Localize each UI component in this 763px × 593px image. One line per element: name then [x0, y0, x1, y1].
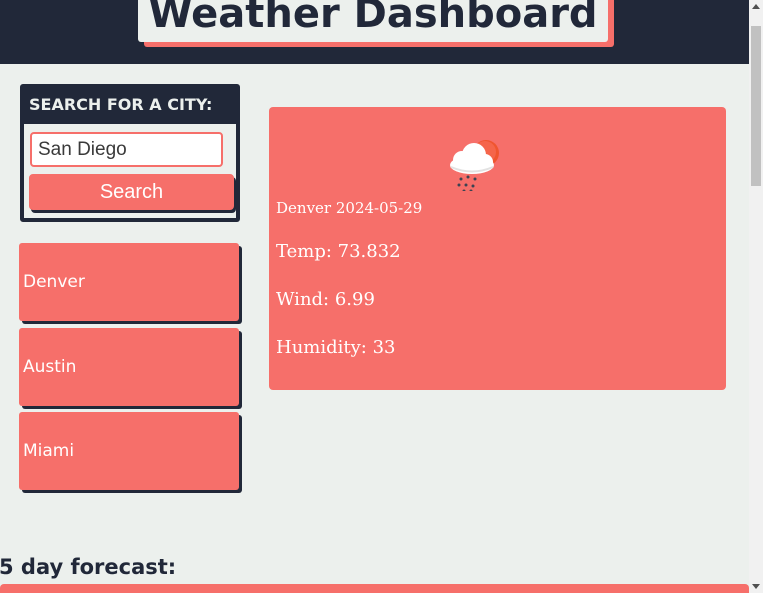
search-input[interactable]	[30, 132, 223, 167]
vertical-scrollbar[interactable]	[749, 0, 763, 593]
scroll-up-arrow-icon[interactable]	[752, 4, 760, 9]
title-box: Weather Dashboard	[138, 0, 608, 42]
current-humidity: Humidity: 33	[276, 337, 396, 358]
search-form: Search	[24, 124, 236, 218]
page-viewport: Weather Dashboard SEARCH FOR A CITY: Sea…	[0, 0, 749, 593]
forecast-heading: 5 day forecast:	[0, 555, 177, 579]
forecast-container	[0, 584, 749, 593]
history-city-button[interactable]: Austin	[19, 328, 239, 406]
search-panel: SEARCH FOR A CITY: Search	[20, 84, 240, 222]
current-weather-card: Denver 2024-05-29 Temp: 73.832 Wind: 6.9…	[269, 107, 726, 390]
scrollbar-thumb[interactable]	[751, 26, 761, 186]
search-heading: SEARCH FOR A CITY:	[29, 95, 213, 114]
current-wind: Wind: 6.99	[276, 289, 375, 310]
header-bar: Weather Dashboard	[0, 0, 749, 64]
current-temp: Temp: 73.832	[276, 241, 401, 262]
history-city-button[interactable]: Miami	[19, 412, 239, 490]
page-title: Weather Dashboard	[148, 0, 598, 37]
history-city-button[interactable]: Denver	[19, 243, 239, 321]
scroll-down-arrow-icon[interactable]	[752, 584, 760, 589]
rain-cloud-sun-icon	[450, 140, 499, 191]
current-city-date: Denver 2024-05-29	[276, 199, 423, 217]
search-button[interactable]: Search	[29, 174, 234, 210]
